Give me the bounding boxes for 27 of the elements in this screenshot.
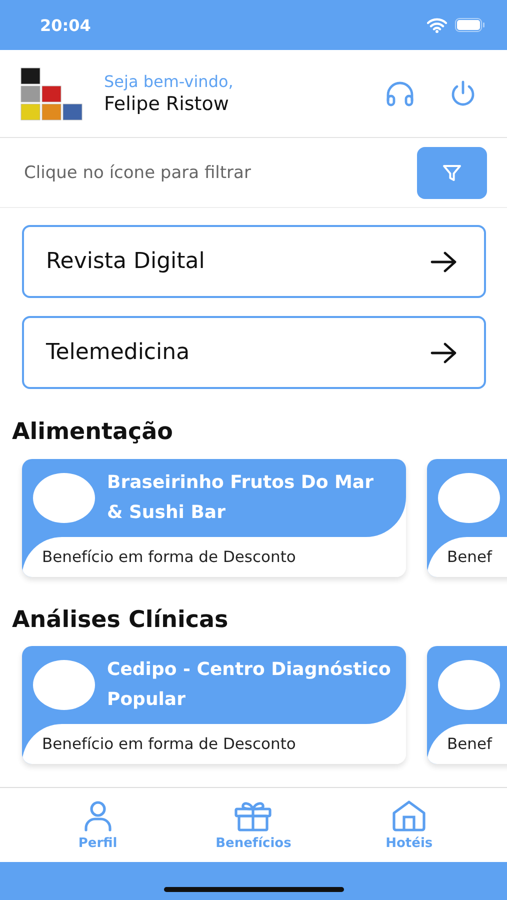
- status-time: 20:04: [40, 16, 91, 34]
- section-title: Alimentação: [12, 419, 174, 447]
- arrow-right-icon: [430, 250, 458, 274]
- card-description: Benefício em forma de Desconto: [42, 548, 296, 566]
- benefit-card[interactable]: Benef: [427, 646, 507, 764]
- arrow-right-icon: [430, 340, 458, 364]
- card-description: Benef: [447, 735, 492, 754]
- headphones-icon[interactable]: [385, 80, 415, 106]
- user-name: Felipe Ristow: [104, 93, 230, 115]
- benefit-card[interactable]: Braseirinho Frutos Do Mar & Sushi Bar Benefício em forma de Desconto: [22, 458, 406, 577]
- link-button[interactable]: Revista Digital: [22, 225, 486, 298]
- greeting: Seja bem-vindo,: [104, 72, 234, 91]
- logo: [20, 66, 84, 120]
- section-title: Análises Clínicas: [12, 606, 230, 634]
- battery-icon: [455, 18, 485, 32]
- gift-icon: [233, 800, 274, 832]
- card-description: Benefício em forma de Desconto: [42, 735, 296, 754]
- card-title: Braseirinho Frutos Do Mar & Sushi Bar: [107, 470, 374, 525]
- card-description: Benef: [447, 548, 492, 566]
- card-title: Cedipo - Centro Diagnóstico Popular: [107, 658, 392, 712]
- wifi-icon: [427, 18, 447, 32]
- filter-button[interactable]: [417, 146, 487, 198]
- power-icon[interactable]: [449, 80, 477, 108]
- benefit-card[interactable]: Cedipo - Centro Diagnóstico Popular Benefício em forma de Desconto: [22, 646, 406, 764]
- house-icon: [390, 800, 428, 832]
- benefit-card[interactable]: Benef: [427, 458, 507, 577]
- link-button[interactable]: Telemedicina: [22, 316, 486, 389]
